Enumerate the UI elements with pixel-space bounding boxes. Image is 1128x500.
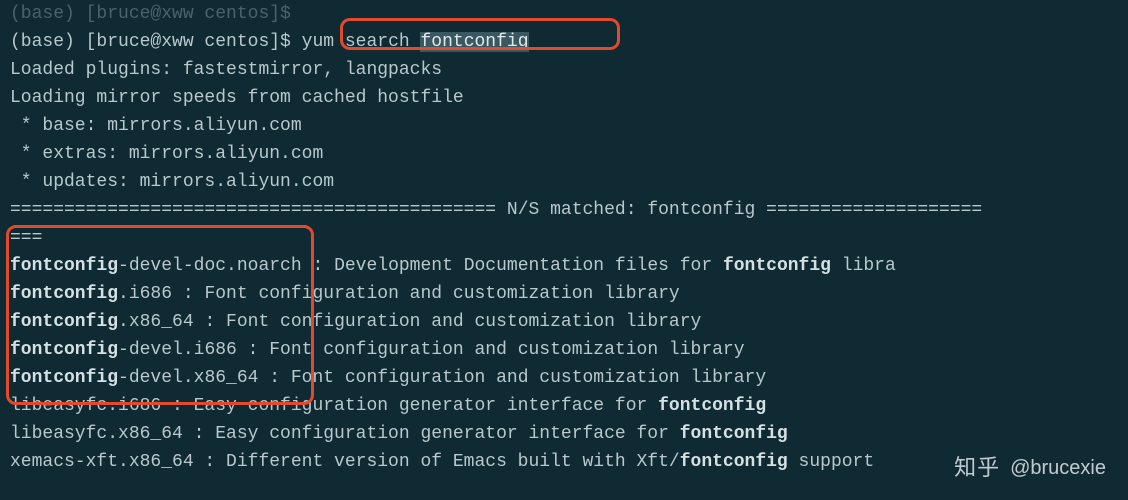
result-row: fontconfig-devel.i686 : Font configurati… xyxy=(10,336,1118,364)
loading-line: Loading mirror speeds from cached hostfi… xyxy=(10,84,1118,112)
extra-row: libeasyfc.x86_64 : Easy configuration ge… xyxy=(10,420,1118,448)
result-row: fontconfig-devel.x86_64 : Font configura… xyxy=(10,364,1118,392)
mirror-extras-line: * extras: mirrors.aliyun.com xyxy=(10,140,1118,168)
prev-prompt-line: (base) [bruce@xww centos]$ xyxy=(10,0,1118,28)
command-line[interactable]: (base) [bruce@xww centos]$ yum search fo… xyxy=(10,28,1118,56)
command-text: yum search xyxy=(302,32,421,52)
result-row: fontconfig.x86_64 : Font configuration a… xyxy=(10,308,1118,336)
command-arg-selected: fontconfig xyxy=(420,32,528,52)
separator-line: ========================================… xyxy=(10,196,1118,224)
mirror-base-line: * base: mirrors.aliyun.com xyxy=(10,112,1118,140)
extra-row: libeasyfc.i686 : Easy configuration gene… xyxy=(10,392,1118,420)
result-row: fontconfig-devel-doc.noarch : Developmen… xyxy=(10,252,1118,280)
watermark-handle: @brucexie xyxy=(1010,454,1106,482)
mirror-updates-line: * updates: mirrors.aliyun.com xyxy=(10,168,1118,196)
extra-row: xemacs-xft.x86_64 : Different version of… xyxy=(10,448,1118,476)
watermark: 知乎 @brucexie xyxy=(954,454,1106,482)
separator-wrap-line: === xyxy=(10,224,1118,252)
shell-prompt: (base) [bruce@xww centos]$ xyxy=(10,32,302,52)
plugins-line: Loaded plugins: fastestmirror, langpacks xyxy=(10,56,1118,84)
result-row: fontconfig.i686 : Font configuration and… xyxy=(10,280,1118,308)
watermark-logo: 知乎 xyxy=(954,454,1000,482)
